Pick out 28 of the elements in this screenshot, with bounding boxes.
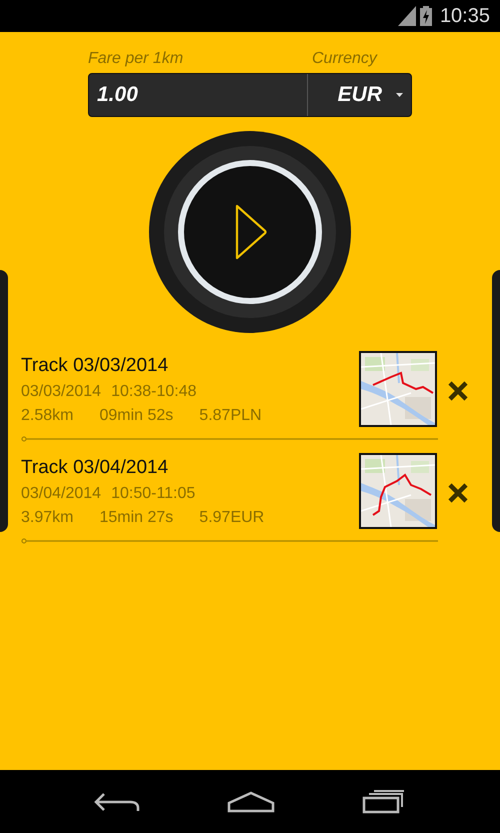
track-distance: 2.58km bbox=[21, 407, 74, 425]
currency-label: Currency bbox=[312, 50, 377, 67]
track-time-range: 10:38-10:48 bbox=[111, 383, 196, 401]
track-title: Track 03/03/2014 bbox=[21, 355, 170, 377]
signal-icon bbox=[398, 6, 416, 26]
track-duration: 15min 27s bbox=[99, 509, 174, 527]
side-handle[interactable] bbox=[492, 270, 500, 532]
track-duration: 09min 52s bbox=[99, 407, 174, 425]
fare-input[interactable]: 1.00 bbox=[89, 74, 308, 116]
track-cost: 5.87PLN bbox=[199, 407, 262, 425]
battery-charging-icon bbox=[420, 6, 432, 26]
track-cost: 5.97EUR bbox=[199, 509, 264, 527]
back-icon[interactable] bbox=[94, 790, 140, 812]
delete-icon[interactable] bbox=[446, 379, 470, 403]
track-date: 03/04/2014 bbox=[21, 485, 102, 503]
dropdown-caret-icon bbox=[396, 93, 403, 97]
play-button[interactable] bbox=[149, 131, 351, 333]
fare-label: Fare per 1km bbox=[88, 50, 184, 67]
track-time-range: 10:50-11:05 bbox=[111, 485, 196, 503]
delete-icon[interactable] bbox=[446, 481, 470, 505]
home-icon[interactable] bbox=[226, 790, 275, 812]
clock: 10:35 bbox=[440, 4, 490, 28]
recent-apps-icon[interactable] bbox=[362, 790, 406, 814]
track-title: Track 03/04/2014 bbox=[21, 457, 170, 479]
currency-dropdown[interactable]: EUR bbox=[308, 74, 411, 116]
track-distance: 3.97km bbox=[21, 509, 74, 527]
track-date: 03/03/2014 bbox=[21, 383, 102, 401]
side-handle[interactable] bbox=[0, 270, 8, 532]
